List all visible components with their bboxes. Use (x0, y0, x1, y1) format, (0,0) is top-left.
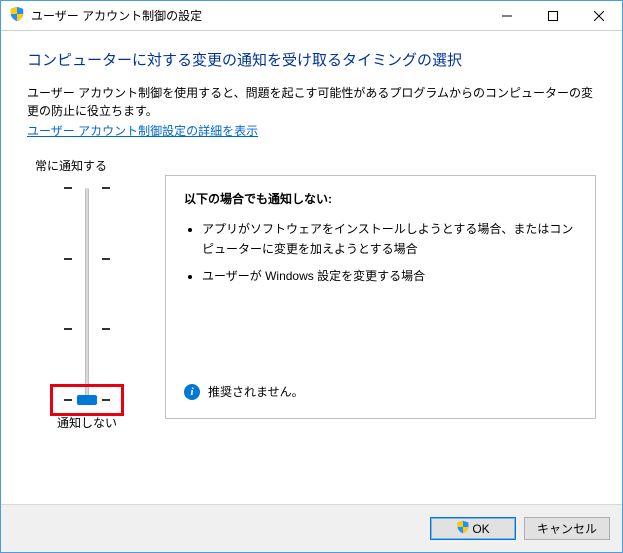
shield-icon (456, 520, 470, 537)
slider-top-label: 常に通知する (27, 157, 107, 174)
uac-settings-window: ユーザー アカウント制御の設定 コンピューターに対する変更の通知を受け取るタイミ… (0, 0, 623, 553)
shield-icon (9, 6, 25, 25)
slider-bottom-label: 通知しない (57, 414, 117, 431)
minimize-button[interactable] (484, 1, 530, 31)
page-description: ユーザー アカウント制御を使用すると、問題を起こす可能性があるプログラムからのコ… (27, 84, 596, 120)
content-area: コンピューターに対する変更の通知を受け取るタイミングの選択 ユーザー アカウント… (1, 31, 622, 504)
info-panel-title: 以下の場合でも通知しない: (184, 190, 577, 207)
slider-tick (42, 184, 132, 192)
notification-slider[interactable] (42, 184, 132, 404)
slider-track (85, 188, 89, 400)
window-title: ユーザー アカウント制御の設定 (31, 7, 484, 24)
maximize-button[interactable] (530, 1, 576, 31)
slider-column: 常に通知する 通知しない (27, 157, 147, 431)
learn-more-link[interactable]: ユーザー アカウント制御設定の詳細を表示 (27, 122, 258, 139)
recommendation-text: 推奨されません。 (208, 383, 304, 400)
slider-tick (42, 325, 132, 333)
ok-button-label: OK (472, 522, 489, 536)
cancel-button[interactable]: キャンセル (524, 517, 610, 540)
info-list: アプリがソフトウェアをインストールしようとする場合、またはコンピューターに変更を… (202, 219, 577, 286)
info-panel: 以下の場合でも通知しない: アプリがソフトウェアをインストールしようとする場合、… (165, 175, 596, 419)
info-list-item: アプリがソフトウェアをインストールしようとする場合、またはコンピューターに変更を… (202, 219, 577, 260)
ok-button[interactable]: OK (430, 517, 516, 540)
recommendation-row: i 推奨されません。 (184, 383, 304, 400)
info-icon: i (184, 384, 200, 400)
main-row: 常に通知する 通知しない 以下の場合でも通知しない: アプリがソフトウェアをイン… (27, 157, 596, 431)
slider-tick (42, 255, 132, 263)
info-list-item: ユーザーが Windows 設定を変更する場合 (202, 266, 577, 286)
dialog-footer: OK キャンセル (1, 504, 622, 552)
titlebar: ユーザー アカウント制御の設定 (1, 1, 622, 31)
slider-thumb[interactable] (77, 395, 97, 405)
close-button[interactable] (576, 1, 622, 31)
page-heading: コンピューターに対する変更の通知を受け取るタイミングの選択 (27, 49, 596, 70)
cancel-button-label: キャンセル (537, 520, 597, 537)
